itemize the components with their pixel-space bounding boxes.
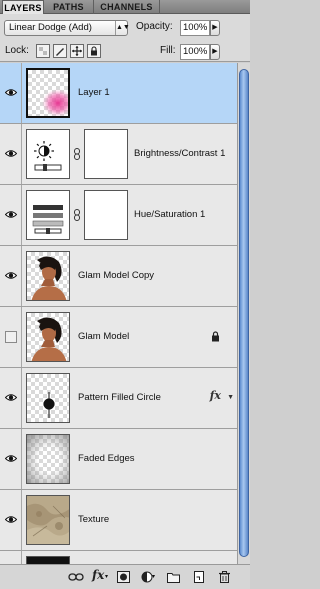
layer-row-faded-edges[interactable]: Faded Edges: [0, 429, 237, 490]
brightness-contrast-icon[interactable]: [26, 129, 70, 179]
eye-icon: [5, 89, 17, 96]
new-group-icon[interactable]: [167, 571, 180, 583]
eye-icon: [5, 211, 17, 218]
layer-thumbnail[interactable]: [26, 556, 70, 564]
lock-transparent-icon[interactable]: [36, 44, 50, 58]
visibility-toggle[interactable]: [0, 490, 22, 550]
blend-mode-select[interactable]: Linear Dodge (Add) ▲▼: [4, 20, 130, 36]
layer-row-glam-model[interactable]: Glam Model: [0, 307, 237, 368]
opacity-stepper[interactable]: ▶: [210, 20, 220, 36]
opacity-input[interactable]: 100%: [180, 20, 210, 36]
lock-label: Lock:: [5, 45, 29, 56]
layer-row-hue-saturation-1[interactable]: Hue/Saturation 1: [0, 185, 237, 246]
eye-icon: [5, 455, 17, 462]
new-layer-icon[interactable]: [192, 571, 205, 583]
layer-row-glam-model-copy[interactable]: Glam Model Copy: [0, 246, 237, 307]
padlock-icon: [212, 331, 219, 342]
opacity-label: Opacity:: [136, 21, 173, 32]
tab-paths[interactable]: PATHS: [44, 0, 94, 14]
fill-input[interactable]: 100%: [180, 44, 210, 60]
eye-icon: [5, 394, 17, 401]
visibility-toggle[interactable]: [0, 429, 22, 489]
eye-icon: [5, 150, 17, 157]
add-mask-icon[interactable]: [117, 571, 130, 583]
panel-tab-bar: LAYERS PATHS CHANNELS: [0, 0, 250, 15]
layer-name[interactable]: Faded Edges: [78, 429, 135, 489]
layer-name[interactable]: Pattern Filled Circle: [78, 368, 161, 428]
layer-name[interactable]: Hue/Saturation 1: [134, 185, 205, 245]
layer-thumbnail[interactable]: [26, 68, 70, 118]
layer-row-partial[interactable]: [0, 551, 237, 564]
layer-name[interactable]: Glam Model: [78, 307, 129, 367]
layer-row-brightness-contrast-1[interactable]: Brightness/Contrast 1: [0, 124, 237, 185]
blend-mode-arrow-icon[interactable]: ▲▼: [115, 21, 130, 35]
layer-row-pattern-filled-circle[interactable]: Pattern Filled Circle fx ▼: [0, 368, 237, 429]
hidden-visibility-box: [5, 331, 17, 343]
layer-mask-thumbnail[interactable]: [84, 190, 128, 240]
layer-name[interactable]: Glam Model Copy: [78, 246, 154, 306]
model-portrait-thumbnail[interactable]: [26, 312, 70, 362]
scrollbar-thumb[interactable]: [239, 69, 249, 557]
chain-link-icon[interactable]: [73, 209, 81, 221]
lock-position-move-icon[interactable]: [70, 44, 84, 58]
layers-list: Layer 1 Brightness/Contrast 1 Hue/Satura…: [0, 63, 237, 564]
tab-layers[interactable]: LAYERS: [2, 0, 44, 15]
lock-image-brush-icon[interactable]: [53, 44, 67, 58]
visibility-toggle[interactable]: [0, 246, 22, 306]
layer-name[interactable]: Brightness/Contrast 1: [134, 124, 225, 184]
eye-icon: [5, 272, 17, 279]
layers-bottom-toolbar: fx ▾ ▾: [0, 564, 250, 589]
layer-effects-fx-icon[interactable]: fx: [210, 389, 221, 402]
layers-scrollbar[interactable]: [237, 63, 250, 564]
hue-saturation-icon[interactable]: [26, 190, 70, 240]
visibility-toggle[interactable]: [0, 63, 22, 123]
chain-link-icon[interactable]: [73, 148, 81, 160]
trash-icon[interactable]: [218, 571, 231, 583]
blend-mode-value: Linear Dodge (Add): [9, 22, 92, 33]
tab-channels[interactable]: CHANNELS: [94, 0, 160, 14]
visibility-toggle[interactable]: [0, 185, 22, 245]
expand-effects-arrow-icon[interactable]: ▼: [227, 394, 234, 401]
visibility-toggle[interactable]: [0, 368, 22, 428]
layer-mask-thumbnail[interactable]: [84, 129, 128, 179]
new-adjustment-arrow-icon[interactable]: ▾: [152, 573, 165, 585]
layer-thumbnail[interactable]: [26, 373, 70, 423]
stone-texture-thumbnail[interactable]: [26, 495, 70, 545]
link-layers-icon[interactable]: [68, 571, 84, 583]
fill-stepper[interactable]: ▶: [210, 44, 220, 60]
layer-thumbnail[interactable]: [26, 434, 70, 484]
visibility-toggle[interactable]: [0, 307, 22, 367]
layer-name[interactable]: Texture: [78, 490, 109, 550]
visibility-toggle[interactable]: [0, 124, 22, 184]
eye-icon: [5, 516, 17, 523]
lock-all-padlock-icon[interactable]: [87, 44, 101, 58]
layer-options-bar: Linear Dodge (Add) ▲▼ Opacity: 100% ▶ Lo…: [0, 14, 250, 62]
model-portrait-thumbnail[interactable]: [26, 251, 70, 301]
layer-row-layer-1[interactable]: Layer 1: [0, 63, 237, 124]
visibility-toggle[interactable]: [0, 551, 22, 564]
layer-row-texture[interactable]: Texture: [0, 490, 237, 551]
layer-name[interactable]: Layer 1: [78, 63, 110, 123]
fill-label: Fill:: [160, 45, 176, 56]
